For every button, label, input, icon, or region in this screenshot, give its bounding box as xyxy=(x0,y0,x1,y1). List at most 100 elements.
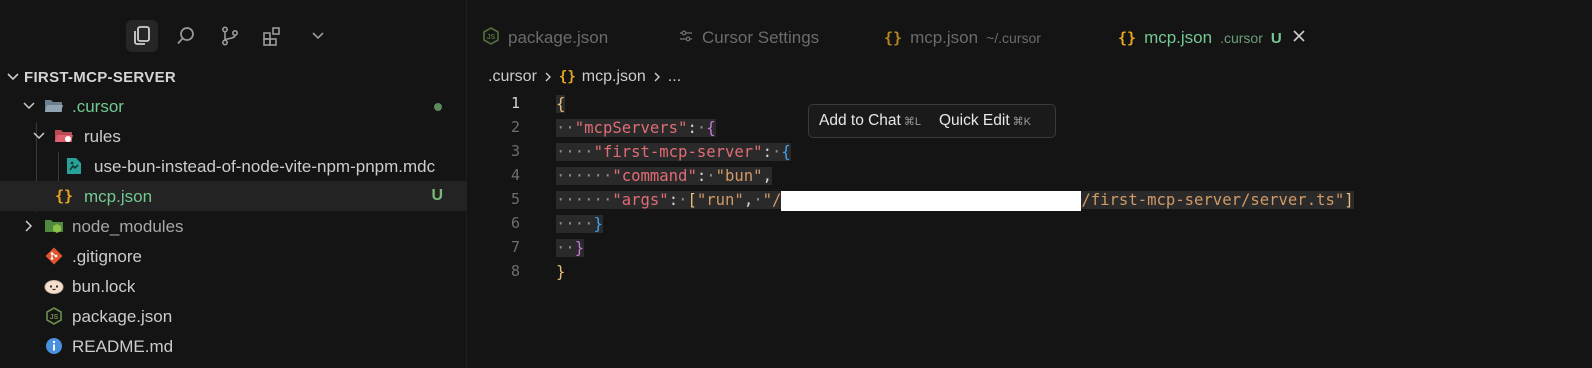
tab-mcp-json-local[interactable]: {} mcp.json .cursor U xyxy=(1118,24,1306,52)
chevron-right-icon xyxy=(22,219,36,238)
line-number: 5 xyxy=(510,190,520,208)
shortcut-hint: ⌘L xyxy=(903,115,921,128)
tab-description: ~/.cursor xyxy=(986,30,1041,46)
line-number: 3 xyxy=(510,142,520,160)
tree-item-node-modules[interactable]: node_modules xyxy=(0,211,467,241)
line-number: 8 xyxy=(510,262,520,280)
shortcut-hint: ⌘K xyxy=(1012,115,1031,128)
line-number: 7 xyxy=(510,238,520,256)
close-icon xyxy=(1292,29,1306,48)
tree-item-label: bun.lock xyxy=(72,277,136,296)
svg-text:JS: JS xyxy=(50,314,59,321)
tree-item-rules-folder[interactable]: rules xyxy=(0,121,467,151)
bun-icon xyxy=(44,277,64,295)
chevron-right-icon xyxy=(543,71,553,83)
git-icon xyxy=(44,247,64,265)
search-view-button[interactable] xyxy=(170,20,202,52)
line-number: 6 xyxy=(510,214,520,232)
tree-item-bun-lock[interactable]: bun.lock xyxy=(0,271,467,301)
tree-item-label: package.json xyxy=(72,307,173,326)
code-token: /first-mcp-server/server.ts" xyxy=(1081,191,1345,209)
tree-item-label: mcp.json xyxy=(84,187,153,206)
code-token: "/ xyxy=(762,191,782,209)
breadcrumb-item[interactable]: .cursor xyxy=(488,68,537,86)
nodejs-icon: JS xyxy=(44,307,64,325)
settings-sliders-icon xyxy=(678,29,694,48)
json-file-icon: {} xyxy=(884,29,903,47)
code-token: "mcpServers" xyxy=(574,119,688,137)
breadcrumb: .cursor {} mcp.json ... xyxy=(488,66,681,88)
folder-rules-icon xyxy=(54,127,74,145)
tab-package-json[interactable]: JS package.json xyxy=(482,24,608,52)
tree-item-package-json[interactable]: JS package.json xyxy=(0,301,467,331)
tree-item-cursor-folder[interactable]: .cursor xyxy=(0,91,467,121)
tree-item-gitignore[interactable]: .gitignore xyxy=(0,241,467,271)
tab-mcp-json-global[interactable]: {} mcp.json ~/.cursor xyxy=(884,24,1041,52)
folder-open-icon xyxy=(44,97,64,115)
tab-label: mcp.json xyxy=(910,28,979,47)
code-line: { xyxy=(556,95,566,113)
markdown-file-icon xyxy=(64,157,84,175)
untracked-badge: U xyxy=(1270,29,1282,47)
code-line: ······"command":·"bun", xyxy=(556,167,772,185)
chevron-right-icon xyxy=(652,71,662,83)
info-icon xyxy=(44,337,64,355)
quick-edit-button[interactable]: Quick Edit xyxy=(939,112,1010,130)
tab-description: .cursor xyxy=(1220,30,1263,46)
folder-node-icon xyxy=(44,217,64,235)
untracked-badge: U xyxy=(431,187,443,204)
tree-item-rule-file[interactable]: use-bun-instead-of-node-vite-npm-pnpm.md… xyxy=(0,151,467,181)
code-line: ····} xyxy=(556,215,603,233)
code-token: "command" xyxy=(612,167,697,185)
tab-label: Cursor Settings xyxy=(702,28,820,47)
tree-item-label: .gitignore xyxy=(72,247,142,266)
extensions-view-button[interactable] xyxy=(256,20,288,52)
code-token: "bun" xyxy=(715,167,763,185)
explorer-root-header[interactable]: FIRST-MCP-SERVER xyxy=(0,62,467,92)
editor-area: JS package.json Cursor Settings {} mcp.j… xyxy=(468,0,1592,368)
explorer-root-title: FIRST-MCP-SERVER xyxy=(24,69,177,86)
tree-item-label: node_modules xyxy=(72,217,184,236)
chevron-down-icon xyxy=(32,129,46,148)
files-icon xyxy=(132,25,152,47)
tree-item-readme[interactable]: README.md xyxy=(0,331,467,361)
tree-item-label: use-bun-instead-of-node-vite-npm-pnpm.md… xyxy=(94,157,436,176)
tab-bar: JS package.json Cursor Settings {} mcp.j… xyxy=(468,0,1592,62)
nodejs-icon: JS xyxy=(482,26,500,50)
json-file-icon: {} xyxy=(558,69,576,85)
tree-item-label: README.md xyxy=(72,337,174,356)
code-line: ··"mcpServers":·{ xyxy=(556,119,716,137)
chevron-down-icon xyxy=(22,99,36,118)
modified-dot xyxy=(434,103,442,111)
search-icon xyxy=(176,26,196,46)
line-number: 1 xyxy=(510,94,520,112)
add-to-chat-button[interactable]: Add to Chat xyxy=(819,112,901,130)
extensions-icon xyxy=(262,26,282,46)
explorer-view-button[interactable] xyxy=(126,20,158,52)
redacted-path xyxy=(781,190,1082,211)
more-views-button[interactable] xyxy=(302,20,334,52)
code-token: "run" xyxy=(696,191,744,209)
tree-item-label: .cursor xyxy=(72,97,124,116)
close-tab-button[interactable] xyxy=(1292,29,1306,48)
code-line: } xyxy=(556,263,566,281)
code-token: "first-mcp-server" xyxy=(593,143,763,161)
json-file-icon: {} xyxy=(1118,29,1137,47)
breadcrumb-item[interactable]: ... xyxy=(668,68,681,86)
code-line: ··} xyxy=(556,239,585,257)
tree-item-mcp-json[interactable]: {} mcp.json U xyxy=(0,181,467,211)
tree-item-label: rules xyxy=(84,127,121,146)
tab-cursor-settings[interactable]: Cursor Settings xyxy=(678,24,819,52)
explorer-sidebar: FIRST-MCP-SERVER .cursor rules use-bun-i… xyxy=(0,0,467,368)
json-file-icon: {} xyxy=(54,187,74,205)
chevron-down-icon xyxy=(6,70,20,89)
svg-text:JS: JS xyxy=(487,34,496,41)
breadcrumb-item[interactable]: mcp.json xyxy=(582,68,646,86)
activity-bar xyxy=(0,0,467,62)
code-line: ····"first-mcp-server":·{ xyxy=(556,143,791,161)
source-control-button[interactable] xyxy=(214,20,246,52)
source-control-icon xyxy=(221,26,239,46)
code-token: "args" xyxy=(612,191,669,209)
code-line: ······"args":·["run",·"//first-mcp-serve… xyxy=(556,190,1354,211)
line-number: 4 xyxy=(510,166,520,184)
